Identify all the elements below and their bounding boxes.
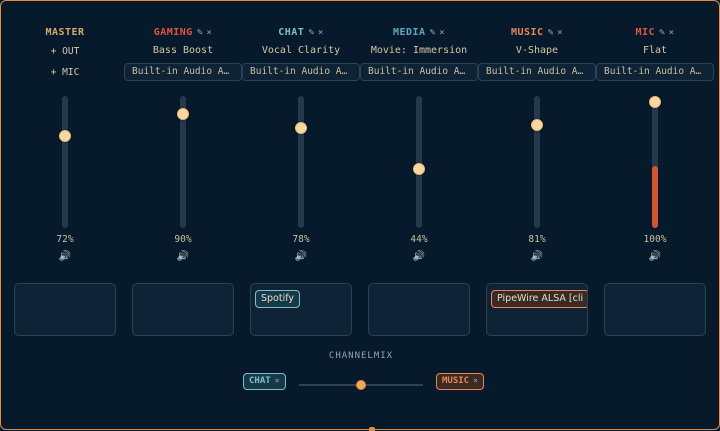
app-chip-spotify[interactable]: Spotify <box>255 290 301 308</box>
channel-mic-title: MIC <box>635 27 656 38</box>
add-output-link[interactable]: + OUT <box>6 46 124 57</box>
channel-mic-header: MIC ✎ × <box>596 27 714 38</box>
speaker-icon[interactable]: 🔊 <box>360 251 478 262</box>
channel-music-title: MUSIC <box>510 27 544 38</box>
close-icon[interactable]: × <box>557 28 563 38</box>
master-app-box[interactable] <box>14 283 116 336</box>
edit-icon[interactable]: ✎ <box>430 27 437 38</box>
close-icon[interactable]: × <box>318 28 324 38</box>
channel-gaming: GAMING ✎ × Bass Boost Built-in Audio A… 90… <box>124 1 242 271</box>
channel-music-preset[interactable]: V-Shape <box>478 45 596 56</box>
edit-icon[interactable]: ✎ <box>548 27 555 38</box>
channel-music: MUSIC ✎ × V-Shape Built-in Audio A… 81% 🔊 <box>478 1 596 271</box>
channel-music-device-select[interactable]: Built-in Audio A… <box>478 63 596 81</box>
channel-gaming-title: GAMING <box>153 27 193 38</box>
channelmix-right-label: MUSIC <box>442 376 470 386</box>
channel-media-preset[interactable]: Movie: Immersion <box>360 45 478 56</box>
add-mic-link[interactable]: + MIC <box>6 67 124 78</box>
resize-handle[interactable] <box>369 427 375 431</box>
edit-icon[interactable]: ✎ <box>197 27 204 38</box>
close-icon[interactable]: × <box>439 28 445 38</box>
channelmix-left-chip[interactable]: CHAT × <box>243 373 286 390</box>
channel-media-device-select[interactable]: Built-in Audio A… <box>360 63 478 81</box>
channel-mic-preset[interactable]: Flat <box>596 45 714 56</box>
channel-gaming-preset[interactable]: Bass Boost <box>124 45 242 56</box>
channel-chat-volume-knob[interactable] <box>295 122 307 135</box>
channel-chat-preset[interactable]: Vocal Clarity <box>242 45 360 56</box>
channel-media: MEDIA ✎ × Movie: Immersion Built-in Audio … <box>360 1 478 271</box>
channel-chat-volume-track[interactable] <box>298 96 304 228</box>
gaming-app-box[interactable] <box>132 283 234 336</box>
channel-mic-volume-percent: 100% <box>643 234 667 245</box>
channel-chat-title: CHAT <box>278 27 305 38</box>
master-volume-track[interactable] <box>62 96 68 228</box>
channel-music-volume-percent: 81% <box>528 234 546 245</box>
close-icon[interactable]: × <box>206 28 212 38</box>
channelmix-left-label: CHAT <box>249 376 271 386</box>
channel-chat-volume-percent: 78% <box>292 234 310 245</box>
media-app-box[interactable] <box>368 283 470 336</box>
master-volume-knob[interactable] <box>59 129 71 142</box>
chat-app-box[interactable]: Spotify <box>250 283 352 336</box>
channelmix-right-chip[interactable]: MUSIC × <box>436 373 484 390</box>
speaker-icon[interactable]: 🔊 <box>596 251 714 262</box>
channel-music-header: MUSIC ✎ × <box>478 27 596 38</box>
channel-gaming-volume-percent: 90% <box>174 234 192 245</box>
speaker-icon[interactable]: 🔊 <box>478 251 596 262</box>
channel-media-title: MEDIA <box>392 27 426 38</box>
channel-media-volume-percent: 44% <box>410 234 428 245</box>
channel-gaming-device-select[interactable]: Built-in Audio A… <box>124 63 242 81</box>
channel-gaming-volume-knob[interactable] <box>177 108 189 120</box>
channel-media-volume-track[interactable] <box>416 96 422 228</box>
channel-music-volume-knob[interactable] <box>531 118 543 131</box>
app-chip-pipewire[interactable]: PipeWire ALSA [cli <box>491 290 587 308</box>
master-column: MASTER + OUT + MIC 72% 🔊 <box>6 1 124 271</box>
mic-app-box[interactable] <box>604 283 706 336</box>
channelmix-label: CHANNELMIX <box>328 351 394 361</box>
app-window: MASTER + OUT + MIC 72% 🔊 GAMING ✎ × Bass B… <box>0 0 720 431</box>
mic-level-meter <box>652 166 658 228</box>
channel-chat: CHAT ✎ × Vocal Clarity Built-in Audio A… 7… <box>242 1 360 271</box>
channel-chat-header: CHAT ✎ × <box>242 27 360 38</box>
edit-icon[interactable]: ✎ <box>308 27 315 38</box>
close-icon[interactable]: × <box>473 376 478 385</box>
speaker-icon[interactable]: 🔊 <box>124 251 242 262</box>
channel-mic-volume-track[interactable] <box>652 96 658 228</box>
channel-mic: MIC ✎ × Flat Built-in Audio A… 100% 🔊 <box>596 1 714 271</box>
channel-mic-volume-knob[interactable] <box>649 96 661 108</box>
channel-mic-device-select[interactable]: Built-in Audio A… <box>596 63 714 81</box>
speaker-icon[interactable]: 🔊 <box>6 251 124 262</box>
channel-media-volume-knob[interactable] <box>413 163 425 176</box>
channel-music-volume-track[interactable] <box>534 96 540 228</box>
master-volume-percent: 72% <box>56 234 74 245</box>
close-icon[interactable]: × <box>669 28 675 38</box>
music-app-box[interactable]: PipeWire ALSA [cli <box>486 283 588 336</box>
master-title: MASTER <box>45 27 85 38</box>
close-icon[interactable]: × <box>275 376 280 385</box>
edit-icon[interactable]: ✎ <box>659 27 666 38</box>
speaker-icon[interactable]: 🔊 <box>242 251 360 262</box>
channel-gaming-header: GAMING ✎ × <box>124 27 242 38</box>
channel-chat-device-select[interactable]: Built-in Audio A… <box>242 63 360 81</box>
channel-media-header: MEDIA ✎ × <box>360 27 478 38</box>
channelmix-slider-knob[interactable] <box>356 380 366 390</box>
